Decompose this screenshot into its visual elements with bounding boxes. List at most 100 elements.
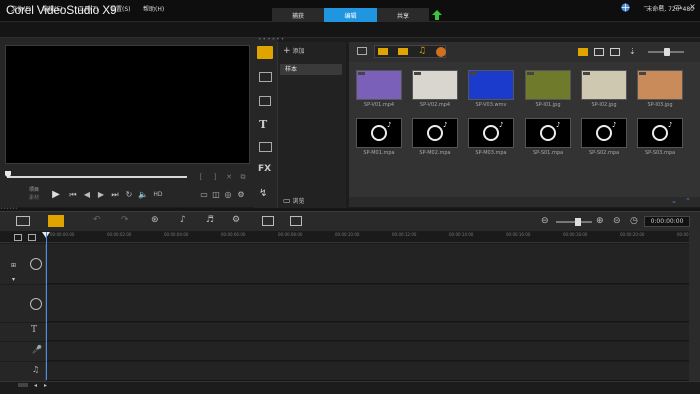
show-video-icon[interactable]: [378, 48, 388, 55]
library-thumbnail[interactable]: [637, 70, 683, 100]
menu-file[interactable]: 文件(F): [11, 4, 31, 13]
prev-frame-icon[interactable]: ◀: [82, 190, 92, 200]
library-thumbnail[interactable]: ♪: [581, 118, 627, 148]
menu-help[interactable]: 帮助(H): [143, 4, 164, 13]
thumbnail-size-handle[interactable]: [664, 48, 670, 56]
end-icon[interactable]: ⏭: [110, 190, 120, 200]
add-folder-button[interactable]: + 添加: [283, 46, 304, 56]
tab-capture[interactable]: 捕获: [272, 8, 324, 22]
library-thumbnail[interactable]: [581, 70, 627, 100]
auto-music-icon[interactable]: ♬: [206, 215, 214, 225]
scroll-left-icon[interactable]: ◂: [34, 382, 37, 389]
zoom-slider[interactable]: [556, 221, 592, 223]
mark-in-icon[interactable]: [: [196, 172, 206, 182]
expand-icon[interactable]: ⌄: [671, 197, 677, 205]
playhead-line[interactable]: [46, 232, 47, 380]
grid-view-icon[interactable]: [610, 48, 620, 56]
list-view-icon[interactable]: [578, 48, 588, 56]
library-thumbnail[interactable]: [412, 70, 458, 100]
zoom-in-icon[interactable]: ⊕: [596, 216, 604, 226]
scrub-handle[interactable]: [5, 171, 11, 178]
home-icon[interactable]: ⏮: [68, 190, 78, 200]
menu-settings[interactable]: 设置(S): [110, 4, 131, 13]
mode-clip[interactable]: 素材: [29, 194, 39, 201]
next-frame-icon[interactable]: ▶: [96, 190, 106, 200]
repeat-icon[interactable]: ↻: [124, 190, 134, 200]
show-audio-icon[interactable]: ♫: [418, 46, 426, 56]
upload-arrow-icon[interactable]: [432, 10, 442, 20]
timeline-view-icon[interactable]: [48, 215, 64, 227]
filter-fx-icon[interactable]: FX: [258, 164, 271, 174]
menu-tools[interactable]: 工具(T): [78, 4, 98, 13]
mark-out-icon[interactable]: ]: [210, 172, 220, 182]
audio-disc-icon: [483, 125, 499, 141]
zoom-slider-handle[interactable]: [575, 218, 581, 226]
multi-camera-icon[interactable]: [290, 216, 302, 226]
mode-project[interactable]: 项目: [29, 186, 39, 193]
settings-icon[interactable]: ⚙: [236, 190, 246, 200]
footer-handle[interactable]: [18, 383, 28, 387]
zoom-out-icon[interactable]: ⊖: [541, 216, 549, 226]
overlay-track[interactable]: [0, 285, 689, 322]
globe-icon[interactable]: [621, 3, 630, 12]
copy-icon[interactable]: ⧉: [238, 172, 248, 182]
title-icon[interactable]: T: [259, 118, 267, 131]
overlay-track-icon: [30, 298, 42, 310]
audio-disc-icon: [371, 125, 387, 141]
transition-icon[interactable]: [259, 96, 271, 106]
library-thumbnail[interactable]: [356, 70, 402, 100]
browse-button[interactable]: ▭ 浏览: [283, 196, 305, 205]
library-thumbnail[interactable]: ♪: [412, 118, 458, 148]
cut-icon[interactable]: ✕: [224, 172, 234, 182]
play-icon[interactable]: ▶: [50, 190, 62, 200]
collapse-icon[interactable]: ⌃: [685, 197, 691, 205]
video-track[interactable]: [0, 244, 689, 284]
track-visibility-icon[interactable]: ⊞: [11, 262, 16, 269]
undo-icon[interactable]: ↶: [93, 215, 101, 225]
library-item-name: SP-I03.jpg: [647, 102, 673, 108]
media-category-icon[interactable]: [257, 46, 273, 59]
voice-track[interactable]: [0, 342, 689, 361]
instant-project-icon[interactable]: [259, 72, 272, 82]
title-track[interactable]: [0, 323, 689, 341]
tab-share[interactable]: 共享: [377, 8, 429, 22]
timeline-grip[interactable]: ••••••: [0, 207, 700, 212]
subtitle-editor-icon[interactable]: [262, 216, 274, 226]
library-thumbnail[interactable]: ♪: [468, 118, 514, 148]
library-thumbnail[interactable]: [525, 70, 571, 100]
volume-icon[interactable]: 🔈: [138, 190, 148, 200]
chapter-icon[interactable]: [28, 234, 36, 241]
scrub-bar[interactable]: [7, 176, 187, 178]
tab-edit[interactable]: 编辑: [324, 8, 377, 22]
library-thumbnail[interactable]: ♪: [637, 118, 683, 148]
sort-icon[interactable]: [436, 47, 446, 57]
track-manager-icon[interactable]: [14, 234, 22, 241]
timeline-scrollbar[interactable]: [689, 231, 700, 381]
library-item-name: SP-V03.wmv: [475, 102, 507, 108]
graphic-icon[interactable]: [259, 142, 272, 152]
scroll-right-icon[interactable]: ▸: [44, 382, 47, 389]
fit-project-icon[interactable]: ⊝: [613, 216, 621, 226]
show-photo-icon[interactable]: [398, 48, 408, 55]
track-expand-icon[interactable]: ▾: [12, 276, 15, 283]
library-thumbnail[interactable]: ♪: [356, 118, 402, 148]
thumbnail-view-icon[interactable]: [594, 48, 604, 56]
split-clip-icon[interactable]: ◫: [211, 190, 221, 200]
library-thumbnail[interactable]: [468, 70, 514, 100]
music-track[interactable]: [0, 362, 689, 381]
sort-order-icon[interactable]: ⇣: [629, 47, 636, 56]
menu-edit[interactable]: 编辑(E): [42, 4, 62, 13]
size-toggle-icon[interactable]: ▭: [199, 190, 209, 200]
record-capture-icon[interactable]: ⊛: [151, 215, 159, 225]
import-folder-icon[interactable]: [357, 47, 367, 55]
sound-mixer-icon[interactable]: ♪: [180, 215, 186, 225]
motion-tracking-icon[interactable]: ⚙: [232, 215, 240, 225]
path-icon[interactable]: ↯: [259, 188, 267, 199]
hd-label[interactable]: HD: [152, 190, 164, 200]
zoom-icon[interactable]: ◎: [223, 190, 233, 200]
folder-sample[interactable]: 样本: [280, 64, 342, 75]
storyboard-view-icon[interactable]: [16, 216, 30, 226]
redo-icon[interactable]: ↷: [121, 215, 129, 225]
library-thumbnail[interactable]: ♪: [525, 118, 571, 148]
timecode-display[interactable]: 0:00:00:00: [644, 216, 690, 227]
